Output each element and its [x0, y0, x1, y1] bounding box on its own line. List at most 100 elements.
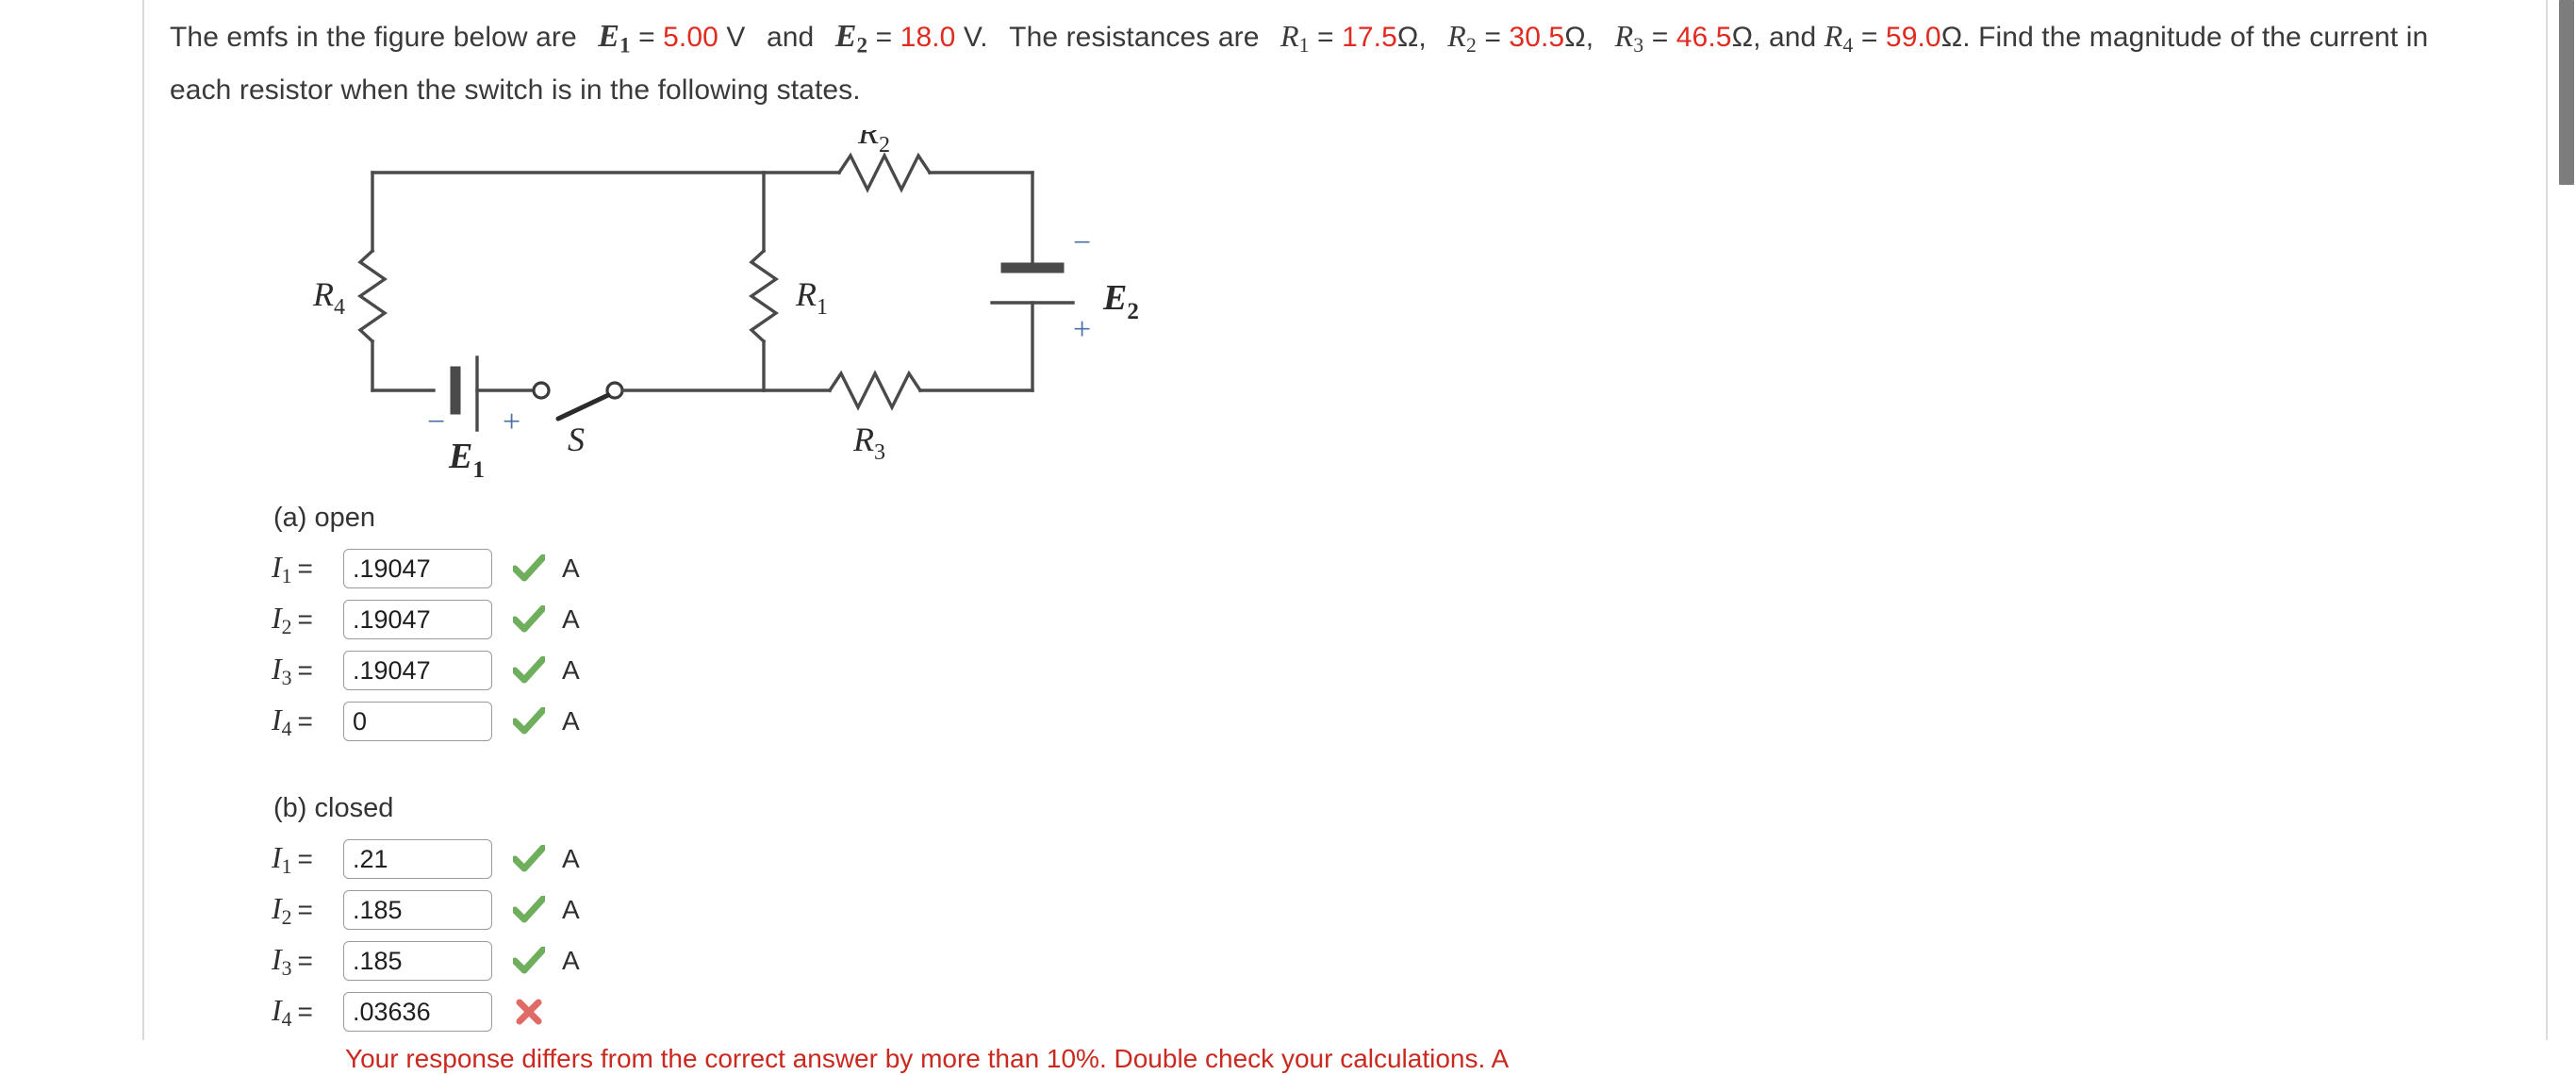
- answer-section-b: (b) closed I1= A I2= A I3=: [272, 792, 2508, 1075]
- r1-subscript: 1: [1298, 34, 1310, 58]
- status-correct-icon: [507, 947, 551, 975]
- conjunction-2: and: [1768, 22, 1817, 53]
- circuit-diagram-svg: − + − + R4 R1 R2 R3 E1 E2 S: [312, 130, 1139, 479]
- current-label-i4: I4 =: [272, 992, 313, 1031]
- check-icon: [513, 554, 545, 582]
- current-label-i1: I1 =: [272, 549, 313, 587]
- answer-row: I1= A: [272, 834, 2508, 885]
- status-correct-icon: [507, 896, 551, 924]
- answer-input-b-i3[interactable]: [343, 941, 492, 982]
- status-incorrect-icon: [507, 998, 551, 1026]
- check-icon: [513, 896, 545, 923]
- emf2-minus-sign: −: [1073, 225, 1091, 260]
- status-correct-icon: [507, 605, 551, 634]
- r4-symbol: R4: [1824, 19, 1854, 58]
- r2-symbol: R2: [1447, 19, 1477, 58]
- emf2-plus-sign: +: [1073, 312, 1091, 347]
- r1-value: 17.5: [1342, 22, 1397, 53]
- answer-input-a-i3[interactable]: [343, 651, 492, 691]
- equals-1: =: [638, 22, 655, 53]
- label-r1: R1: [795, 275, 828, 320]
- answer-row: I2= A: [272, 885, 2508, 935]
- answer-input-b-i1[interactable]: [343, 839, 492, 880]
- emf1-plus-sign: +: [503, 405, 520, 439]
- current-label-i3: I3 =: [272, 651, 313, 689]
- current-label-i4: I4 =: [272, 702, 313, 740]
- r4-value: 59.0: [1885, 22, 1941, 53]
- left-divider-rule: [142, 0, 144, 1040]
- section-b-title: (b) closed: [273, 793, 394, 824]
- r3-value: 46.5: [1676, 22, 1732, 53]
- emf1-minus-sign: −: [427, 405, 445, 439]
- check-icon: [513, 707, 545, 735]
- answer-input-b-i2[interactable]: [343, 890, 492, 931]
- polarity-signs: − + − +: [427, 225, 1091, 439]
- label-r4: R4: [312, 275, 345, 320]
- current-label-i2: I2 =: [272, 600, 313, 638]
- label-emf2: E2: [1102, 278, 1139, 324]
- check-icon: [513, 947, 545, 974]
- emf2-unit: V.: [963, 22, 988, 53]
- vertical-scrollbar[interactable]: [2555, 0, 2576, 1040]
- circuit-diagram-figure: − + − + R4 R1 R2 R3 E1 E2 S: [273, 130, 1216, 479]
- statement-text-1: The emfs in the figure below are: [170, 22, 577, 53]
- validation-feedback-message: Your response differs from the correct a…: [345, 1044, 1510, 1074]
- right-divider-rule: [2546, 0, 2548, 1040]
- unit-label: A: [562, 706, 580, 736]
- status-correct-icon: [507, 554, 551, 583]
- unit-label: A: [562, 655, 580, 686]
- emf1-symbol: E1: [598, 19, 631, 58]
- current-label-i1: I1 =: [272, 839, 313, 878]
- switch-blade-open: [555, 392, 611, 422]
- answer-row: I4= A: [272, 696, 2508, 747]
- unit-label: A: [562, 554, 580, 584]
- content-column: The emfs in the figure below are E1 = 5.…: [170, 0, 2508, 1075]
- current-label-i3: I3 =: [272, 941, 313, 980]
- status-correct-icon: [507, 845, 551, 873]
- r2-subscript: 2: [1465, 34, 1477, 58]
- label-emf1: E1: [448, 437, 485, 479]
- r3-symbol: R3: [1614, 19, 1644, 58]
- resistor-r1-zigzag: [749, 249, 779, 344]
- scrollbar-thumb[interactable]: [2559, 0, 2574, 185]
- r1-unit: Ω,: [1396, 22, 1427, 53]
- r3-unit: Ω,: [1731, 22, 1761, 53]
- answer-row: I2= A: [272, 594, 2508, 645]
- label-switch: S: [568, 421, 585, 458]
- resistor-r4-zigzag: [357, 249, 388, 344]
- resistor-r2-zigzag: [836, 152, 933, 194]
- answer-row: I3= A: [272, 935, 2508, 986]
- r4-unit: Ω.: [1940, 22, 1971, 53]
- label-r3: R3: [852, 421, 885, 465]
- answer-input-a-i1[interactable]: [343, 549, 492, 589]
- unit-label: A: [562, 844, 580, 874]
- r2-value: 30.5: [1509, 22, 1565, 53]
- label-r2: R2: [857, 130, 890, 157]
- answer-input-b-i4[interactable]: [343, 992, 492, 1033]
- switch-terminal-left: [532, 381, 551, 401]
- answer-section-a: (a) open I1= A I2= A I3=: [272, 502, 2508, 747]
- current-label-i2: I2 =: [272, 890, 313, 929]
- conjunction-1: and: [766, 22, 815, 53]
- emf1-subscript: 1: [619, 33, 631, 58]
- emf2-subscript: 2: [856, 33, 868, 58]
- problem-statement: The emfs in the figure below are E1 = 5.…: [170, 19, 2429, 107]
- unit-label: A: [562, 895, 580, 925]
- section-a-title: (a) open: [273, 503, 376, 534]
- statement-text-2: The resistances are: [1009, 22, 1260, 53]
- answer-row: I4 =: [272, 986, 2508, 1037]
- unit-label: A: [562, 604, 580, 635]
- equals-2: =: [875, 22, 893, 53]
- resistor-r3-zigzag: [827, 370, 923, 412]
- emf2-value: 18.0: [900, 22, 956, 53]
- status-correct-icon: [507, 656, 551, 685]
- unit-label: A: [562, 946, 580, 976]
- page-root: The emfs in the figure below are E1 = 5.…: [0, 0, 2576, 1073]
- r4-subscript: 4: [1842, 34, 1854, 58]
- answer-row: I1= A: [272, 543, 2508, 594]
- answer-input-a-i2[interactable]: [343, 600, 492, 640]
- emf1-unit: V: [726, 22, 746, 53]
- answer-input-a-i4[interactable]: [343, 702, 492, 742]
- answer-row: I3= A: [272, 645, 2508, 696]
- check-icon: [513, 845, 545, 872]
